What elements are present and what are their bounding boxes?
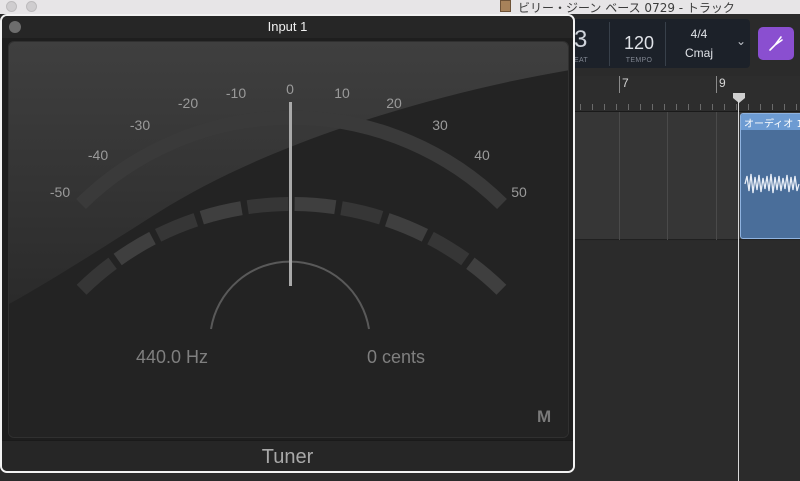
- ruler-bar-line: [619, 76, 620, 93]
- tuner-titlebar[interactable]: Input 1: [2, 16, 573, 38]
- ruler-bar-7: 7: [622, 76, 629, 90]
- tracks-empty-area[interactable]: [560, 241, 800, 481]
- meter-arc-segment: [246, 197, 289, 215]
- lcd-key[interactable]: Cmaj: [670, 46, 728, 60]
- tuner-footer: Tuner: [2, 440, 573, 471]
- scale-label: 50: [511, 184, 527, 200]
- ruler-tick: [664, 104, 665, 110]
- ruler-tick: [748, 104, 749, 110]
- timeline-ruler[interactable]: [560, 76, 800, 112]
- close-window-button[interactable]: [6, 1, 17, 12]
- meter-arc-segment: [340, 201, 384, 225]
- grid-line: [667, 112, 668, 240]
- grid-line: [716, 112, 717, 240]
- grid-line: [619, 112, 620, 240]
- minimize-window-button[interactable]: [26, 1, 37, 12]
- audio-region[interactable]: オーディオ 1: [740, 113, 800, 239]
- audio-waveform: [744, 173, 800, 194]
- tuner-window[interactable]: Input 1 -50 -40 -30 -20 -10 0 10 20 30 4…: [0, 14, 575, 473]
- scale-label: 20: [386, 95, 402, 111]
- ruler-tick: [712, 104, 713, 110]
- cents-readout: 0 cents: [367, 347, 426, 367]
- ruler-bar-line: [716, 76, 717, 93]
- ruler-tick: [592, 104, 593, 110]
- audio-region-header: オーディオ 1: [741, 114, 800, 130]
- plugin-name: Tuner: [261, 446, 314, 468]
- scale-label: 10: [334, 85, 350, 101]
- scale-label: -30: [129, 117, 151, 133]
- ruler-tick: [736, 104, 737, 110]
- meter-arc-segment: [294, 197, 337, 215]
- project-file-icon: [500, 0, 511, 12]
- scale-label: -40: [87, 147, 109, 163]
- ruler-tick: [652, 104, 653, 110]
- audio-region-name: オーディオ 1: [744, 119, 800, 130]
- tuner-dial: [9, 42, 568, 437]
- ruler-tick: [640, 104, 641, 110]
- lcd-beat-label: EAT: [574, 57, 588, 64]
- scale-label: -50: [49, 184, 71, 200]
- meter-arc-segment: [199, 201, 243, 225]
- lcd-divider: [609, 22, 610, 66]
- ruler-tick: [772, 104, 773, 110]
- screen: ビリー・ジーン ベース 0729 - トラック 3 EAT 120 TEMPO …: [0, 0, 800, 481]
- frequency-readout: 440.0 Hz: [136, 347, 209, 367]
- tuner-button[interactable]: [758, 27, 794, 60]
- tuner-needle: [289, 102, 292, 286]
- scale-label: 30: [432, 117, 448, 133]
- lcd-tempo-label: TEMPO: [625, 57, 653, 64]
- ruler-tick: [676, 104, 677, 110]
- ruler-tick: [796, 104, 797, 110]
- scale-label: 40: [474, 147, 490, 163]
- tuner-panel: -50 -40 -30 -20 -10 0 10 20 30 40 50 440…: [8, 41, 569, 438]
- scale-label: -10: [225, 85, 247, 101]
- ruler-tick: [700, 104, 701, 110]
- lcd-divider: [665, 22, 666, 66]
- mute-button[interactable]: M: [537, 407, 551, 427]
- ruler-tick: [784, 104, 785, 110]
- ruler-tick: [688, 104, 689, 110]
- scale-label: 0: [286, 81, 294, 97]
- tuner-window-title: Input 1: [267, 19, 308, 34]
- ruler-tick: [580, 104, 581, 110]
- ruler-tick: [760, 104, 761, 110]
- playhead-line[interactable]: [738, 100, 739, 481]
- ruler-tick: [616, 104, 617, 110]
- lcd-beat-value[interactable]: 3: [574, 26, 587, 54]
- ruler-bar-9: 9: [719, 76, 726, 90]
- lcd-time-signature[interactable]: 4/4: [670, 27, 728, 41]
- lcd-chevron-down-icon[interactable]: ⌄: [734, 34, 748, 48]
- tuning-fork-icon: [769, 36, 783, 51]
- scale-label: -20: [177, 95, 199, 111]
- ruler-tick: [604, 104, 605, 110]
- ruler-tick: [724, 104, 725, 110]
- ruler-tick: [628, 104, 629, 110]
- lcd-tempo-value[interactable]: 120: [618, 33, 660, 54]
